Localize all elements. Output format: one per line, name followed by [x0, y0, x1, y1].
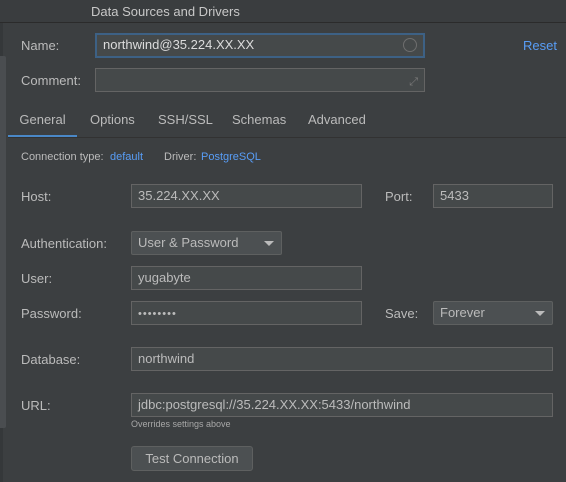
- tab-ssh-ssl[interactable]: SSH/SSL: [158, 108, 213, 138]
- password-value: ••••••••: [138, 308, 177, 320]
- reset-link[interactable]: Reset: [523, 38, 557, 53]
- password-label: Password:: [21, 306, 82, 321]
- name-value: northwind@35.224.XX.XX: [103, 37, 255, 52]
- window-title: Data Sources and Drivers: [91, 4, 240, 19]
- url-label: URL:: [21, 398, 51, 413]
- tab-ssh-ssl-label: SSH/SSL: [158, 112, 213, 127]
- authentication-label: Authentication:: [21, 236, 108, 251]
- tab-general-label: General: [19, 112, 66, 127]
- test-connection-button[interactable]: Test Connection: [131, 446, 253, 471]
- clear-circle-icon[interactable]: [403, 38, 417, 52]
- url-value: jdbc:postgresql://35.224.XX.XX:5433/nort…: [138, 397, 411, 412]
- tab-schemas-label: Schemas: [232, 112, 287, 127]
- tab-options-label: Options: [90, 112, 135, 127]
- expand-icon[interactable]: ⤢: [409, 71, 418, 93]
- tab-general[interactable]: General: [8, 108, 77, 138]
- password-input[interactable]: ••••••••: [131, 301, 362, 325]
- database-value: northwind: [138, 351, 195, 366]
- test-connection-label: Test Connection: [145, 451, 239, 466]
- tab-options[interactable]: Options: [90, 108, 135, 138]
- port-value: 5433: [440, 188, 469, 203]
- port-input[interactable]: 5433: [433, 184, 553, 208]
- tab-advanced-label: Advanced: [308, 112, 366, 127]
- database-input[interactable]: northwind: [131, 347, 553, 371]
- save-select[interactable]: Forever: [433, 301, 553, 325]
- host-value: 35.224.XX.XX: [138, 188, 220, 203]
- tab-divider: [8, 137, 566, 138]
- save-value: Forever: [440, 305, 485, 320]
- comment-input[interactable]: ⤢: [95, 68, 425, 92]
- chevron-down-icon: [535, 311, 545, 316]
- host-label: Host:: [21, 189, 52, 204]
- port-label: Port:: [385, 189, 413, 204]
- connection-type-link[interactable]: default: [110, 151, 143, 163]
- host-input[interactable]: 35.224.XX.XX: [131, 184, 362, 208]
- tab-schemas[interactable]: Schemas: [232, 108, 286, 138]
- title-bar: Data Sources and Drivers: [0, 0, 566, 23]
- connection-type-label: Connection type:: [21, 151, 104, 163]
- left-panel-edge[interactable]: [0, 56, 6, 428]
- user-input[interactable]: yugabyte: [131, 266, 362, 290]
- save-label: Save:: [385, 306, 419, 321]
- driver-label: Driver:: [164, 151, 197, 163]
- authentication-value: User & Password: [138, 235, 239, 250]
- user-value: yugabyte: [138, 270, 191, 285]
- name-input[interactable]: northwind@35.224.XX.XX: [95, 33, 425, 58]
- database-label: Database:: [21, 352, 81, 367]
- comment-label: Comment:: [21, 73, 81, 88]
- chevron-down-icon: [264, 241, 274, 246]
- name-label: Name:: [21, 38, 60, 53]
- user-label: User:: [21, 271, 53, 286]
- url-input[interactable]: jdbc:postgresql://35.224.XX.XX:5433/nort…: [131, 393, 553, 417]
- url-hint: Overrides settings above: [131, 419, 231, 429]
- authentication-select[interactable]: User & Password: [131, 231, 282, 255]
- tab-advanced[interactable]: Advanced: [308, 108, 366, 138]
- driver-link[interactable]: PostgreSQL: [201, 151, 261, 163]
